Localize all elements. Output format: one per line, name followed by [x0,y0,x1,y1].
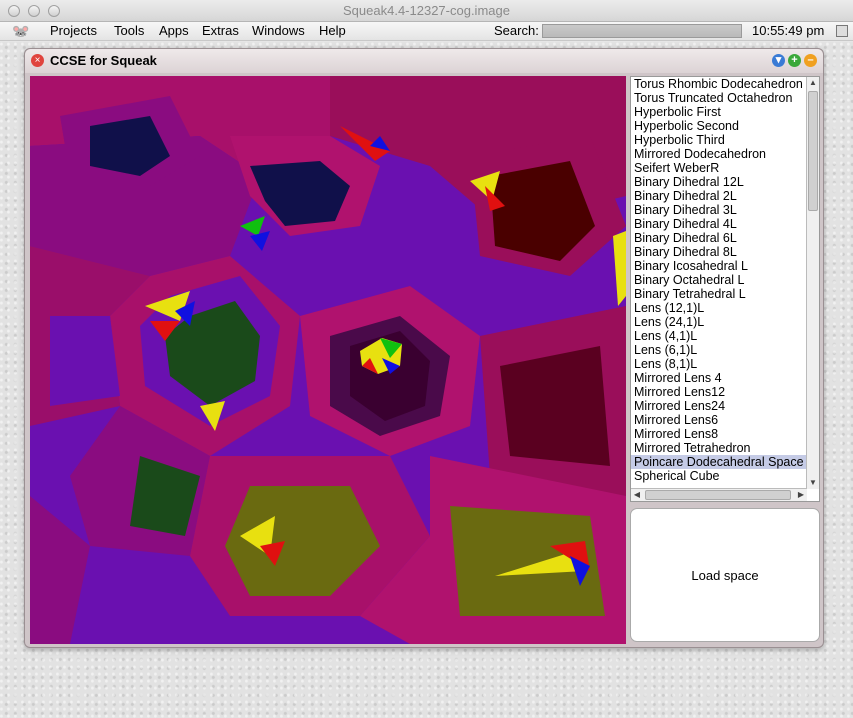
menu-down-icon[interactable]: ▾ [772,54,785,67]
clock: 10:55:49 pm [752,23,825,38]
search-label: Search: [494,23,539,38]
scroll-right-icon[interactable]: ▶ [795,489,807,501]
list-item[interactable]: Mirrored Lens12 [631,385,807,399]
collapse-icon[interactable]: – [804,54,817,67]
list-item[interactable]: Lens (24,1)L [631,315,807,329]
list-item[interactable]: Mirrored Tetrahedron [631,441,807,455]
menu-help[interactable]: Help [319,23,346,38]
list-item[interactable]: Binary Tetrahedral L [631,287,807,301]
list-item[interactable]: Hyperbolic Second [631,119,807,133]
fullscreen-icon[interactable] [836,25,848,37]
squeak-mouse-icon[interactable]: 🐭 [12,23,29,40]
list-item[interactable]: Lens (6,1)L [631,343,807,357]
list-item[interactable]: Mirrored Dodecahedron [631,147,807,161]
list-item[interactable]: Torus Truncated Octahedron [631,91,807,105]
list-item[interactable]: Binary Dihedral 6L [631,231,807,245]
scroll-down-icon[interactable]: ▼ [807,477,819,489]
list-item[interactable]: Spherical Cube [631,469,807,483]
load-space-button[interactable]: Load space [630,508,820,642]
list-item[interactable]: Binary Dihedral 2L [631,189,807,203]
hscroll-thumb[interactable] [645,490,791,500]
list-item[interactable]: Binary Dihedral 8L [631,245,807,259]
scroll-up-icon[interactable]: ▲ [807,77,819,89]
list-item[interactable]: Binary Dihedral 3L [631,203,807,217]
list-item[interactable]: Lens (4,1)L [631,329,807,343]
list-item[interactable]: Lens (8,1)L [631,357,807,371]
os-window-title: Squeak4.4-12327-cog.image [343,3,510,18]
space-list-items: Torus Rhombic Dodecahedron Torus Truncate… [631,77,807,489]
list-item[interactable]: Seifert WeberR [631,161,807,175]
menu-projects[interactable]: Projects [50,23,97,38]
list-item[interactable]: Binary Dihedral 4L [631,217,807,231]
vertical-scrollbar[interactable]: ▲ ▼ [806,77,819,489]
os-title-bar: Squeak4.4-12327-cog.image [0,0,853,22]
window-title-bar[interactable]: × CCSE for Squeak ▾ + – [25,49,823,73]
list-item[interactable]: Lens (12,1)L [631,301,807,315]
expand-plus-icon[interactable]: + [788,54,801,67]
list-item[interactable]: Binary Octahedral L [631,273,807,287]
list-item[interactable]: Hyperbolic First [631,105,807,119]
list-item[interactable]: Poincare Dodecahedral Space [631,455,807,469]
space-render [30,76,626,644]
list-item[interactable]: Mirrored Lens24 [631,399,807,413]
list-item[interactable]: Mirrored Lens6 [631,413,807,427]
search-input[interactable] [542,24,742,38]
list-item[interactable]: Torus Rhombic Dodecahedron [631,77,807,91]
menu-bar: 🐭 Projects Tools Apps Extras Windows Hel… [0,22,853,41]
scroll-left-icon[interactable]: ◀ [631,489,643,501]
close-icon[interactable]: × [31,54,44,67]
menu-tools[interactable]: Tools [114,23,144,38]
scroll-thumb[interactable] [808,91,818,211]
window-title: CCSE for Squeak [50,53,157,68]
list-item[interactable]: Mirrored Lens8 [631,427,807,441]
space-viewport[interactable] [30,76,626,644]
list-item[interactable]: Binary Dihedral 12L [631,175,807,189]
menu-apps[interactable]: Apps [159,23,189,38]
list-item[interactable]: Binary Icosahedral L [631,259,807,273]
ccse-window: × CCSE for Squeak ▾ + – Torus Rhombic Do… [24,48,824,648]
menu-extras[interactable]: Extras [202,23,239,38]
list-item[interactable]: Mirrored Lens 4 [631,371,807,385]
horizontal-scrollbar[interactable]: ◀ ▶ [631,488,807,501]
space-list[interactable]: Torus Rhombic Dodecahedron Torus Truncate… [630,76,820,502]
menu-windows[interactable]: Windows [252,23,305,38]
list-item[interactable]: Hyperbolic Third [631,133,807,147]
